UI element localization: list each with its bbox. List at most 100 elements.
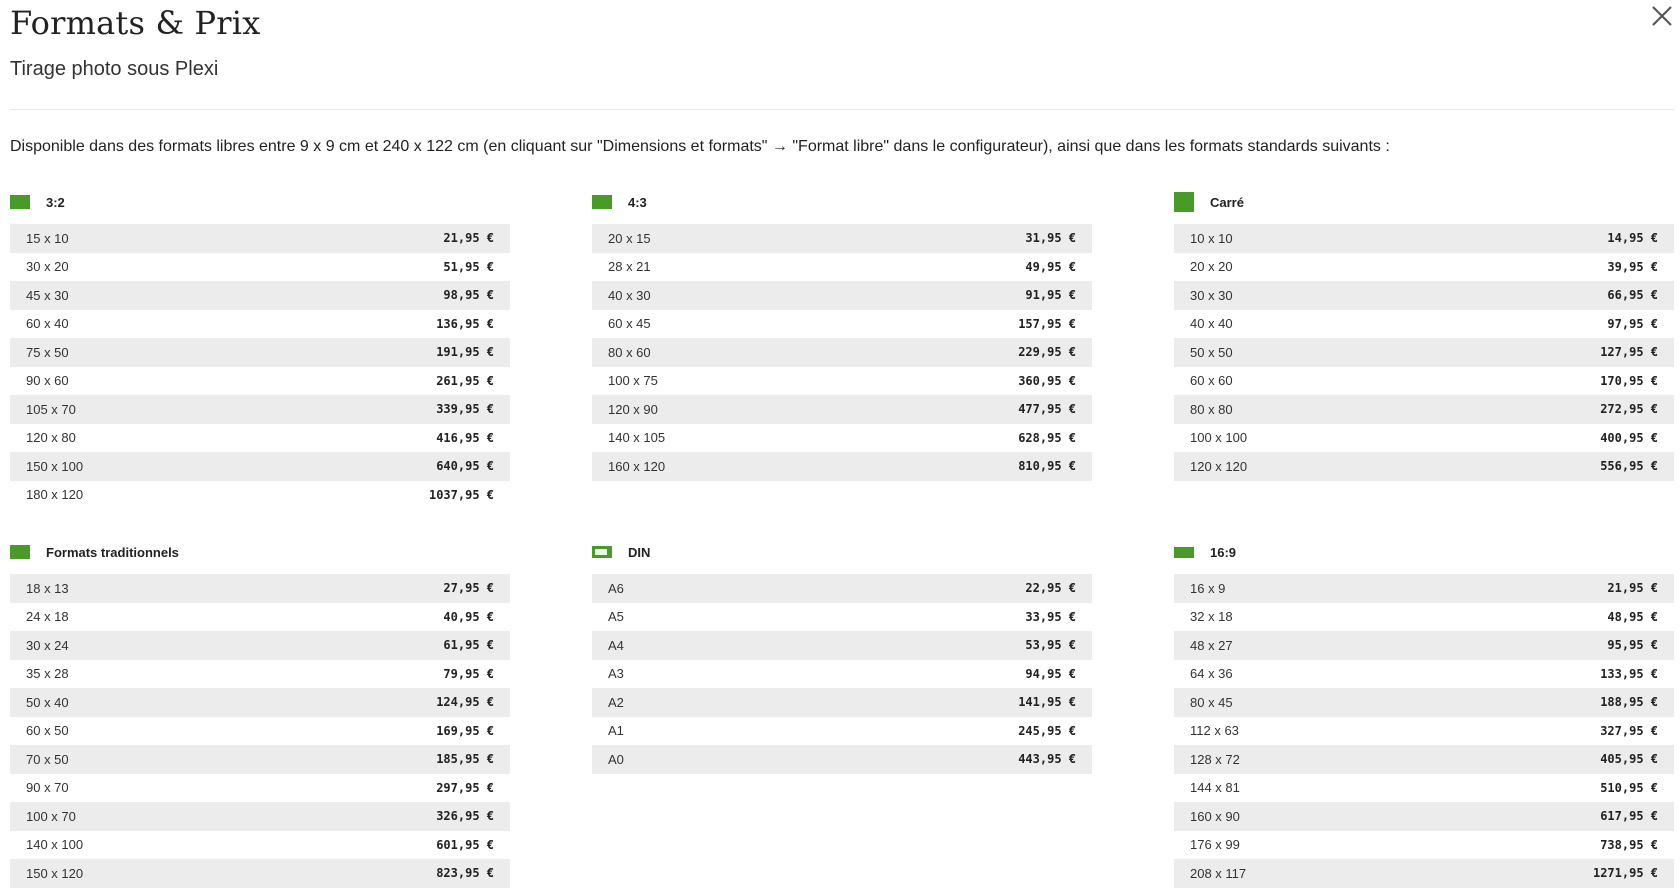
table-row: 30 x 24 61,95 € — [10, 631, 510, 660]
format-size: 28 x 21 — [608, 259, 651, 275]
intro-text: Disponible dans des formats libres entre… — [10, 138, 1390, 155]
table-row: 32 x 18 48,95 € — [1174, 603, 1674, 632]
price-table: 16 x 9 21,95 € 32 x 18 48,95 € 48 x 27 95,95 … — [1174, 574, 1674, 888]
format-size: A3 — [608, 666, 624, 682]
format-size: A6 — [608, 580, 624, 596]
table-row: 70 x 50 185,95 € — [10, 745, 510, 774]
format-size: 150 x 120 — [26, 865, 84, 881]
price-table: A6 22,95 € A5 33,95 € A4 53,95 € A3 94,95 € A2 14… — [592, 574, 1092, 774]
format-size: A1 — [608, 723, 624, 739]
table-row: 120 x 120 556,95 € — [1174, 452, 1674, 481]
format-size: 176 x 99 — [1190, 837, 1240, 853]
table-row: 90 x 60 261,95 € — [10, 367, 510, 396]
format-size: 30 x 30 — [1190, 287, 1233, 303]
format-price: 416,95 € — [436, 430, 494, 445]
format-price: 169,95 € — [436, 723, 494, 738]
table-row: 60 x 60 170,95 € — [1174, 367, 1674, 396]
format-price: 94,95 € — [1025, 666, 1076, 681]
format-price: 188,95 € — [1600, 695, 1658, 710]
format-size: 60 x 60 — [1190, 373, 1233, 389]
section-title: Carré — [1210, 194, 1244, 210]
format-size: 16 x 9 — [1190, 580, 1226, 596]
table-row: 20 x 20 39,95 € — [1174, 253, 1674, 282]
format-price: 170,95 € — [1600, 373, 1658, 388]
format-price: 40,95 € — [443, 609, 494, 624]
format-size: 35 x 28 — [26, 666, 69, 682]
table-row: 18 x 13 27,95 € — [10, 574, 510, 603]
format-price: 48,95 € — [1607, 609, 1658, 624]
table-row: 40 x 40 97,95 € — [1174, 310, 1674, 339]
format-price: 823,95 € — [436, 866, 494, 881]
format-size: 160 x 90 — [1190, 808, 1240, 824]
format-size: 20 x 15 — [608, 230, 651, 246]
format-price: 617,95 € — [1600, 809, 1658, 824]
format-price: 91,95 € — [1025, 288, 1076, 303]
format-size: 30 x 20 — [26, 259, 69, 275]
format-price: 133,95 € — [1600, 666, 1658, 681]
format-price: 245,95 € — [1018, 723, 1076, 738]
section-16-9: 16:9 16 x 9 21,95 € 32 x 18 48,95 € 48 x 27 9… — [1174, 536, 1674, 888]
format-size: A0 — [608, 751, 624, 767]
format-price: 53,95 € — [1025, 638, 1076, 653]
format-size: 112 x 63 — [1190, 723, 1239, 739]
section-header: 4:3 — [592, 186, 1092, 218]
traditional-format-icon — [10, 545, 30, 559]
table-row: 60 x 40 136,95 € — [10, 310, 510, 339]
table-row: 50 x 50 127,95 € — [1174, 338, 1674, 367]
format-price: 98,95 € — [443, 288, 494, 303]
format-size: 105 x 70 — [26, 401, 76, 417]
format-price: 66,95 € — [1607, 288, 1658, 303]
format-price: 400,95 € — [1600, 430, 1658, 445]
format-size: 120 x 90 — [608, 401, 658, 417]
format-size: 40 x 40 — [1190, 316, 1233, 332]
table-row: 128 x 72 405,95 € — [1174, 745, 1674, 774]
format-size: 48 x 27 — [1190, 637, 1233, 653]
format-price: 272,95 € — [1600, 402, 1658, 417]
table-row: 112 x 63 327,95 € — [1174, 717, 1674, 746]
section-header: Formats traditionnels — [10, 536, 510, 568]
format-price: 297,95 € — [436, 780, 494, 795]
table-row: A4 53,95 € — [592, 631, 1092, 660]
format-size: 60 x 40 — [26, 316, 69, 332]
table-row: 140 x 105 628,95 € — [592, 424, 1092, 453]
din-format-icon — [592, 546, 612, 558]
format-size: 24 x 18 — [26, 609, 69, 625]
format-size: 15 x 10 — [26, 230, 69, 246]
table-row: 16 x 9 21,95 € — [1174, 574, 1674, 603]
format-size: A4 — [608, 637, 624, 653]
format-price: 124,95 € — [436, 695, 494, 710]
format-price: 1271,95 € — [1592, 866, 1658, 881]
format-size: 10 x 10 — [1190, 230, 1233, 246]
format-price: 21,95 € — [1607, 581, 1658, 596]
format-price: 261,95 € — [436, 373, 494, 388]
format-price: 738,95 € — [1600, 837, 1658, 852]
table-row: 150 x 100 640,95 € — [10, 452, 510, 481]
format-size: 18 x 13 — [26, 580, 69, 596]
table-row: 15 x 10 21,95 € — [10, 224, 510, 253]
section-header: 3:2 — [10, 186, 510, 218]
format-size: 70 x 50 — [26, 751, 69, 767]
table-row: 150 x 120 823,95 € — [10, 859, 510, 888]
format-size: A2 — [608, 694, 624, 710]
format-size: 60 x 45 — [608, 316, 651, 332]
format-price: 640,95 € — [436, 459, 494, 474]
format-size: 80 x 80 — [1190, 401, 1233, 417]
format-price: 141,95 € — [1018, 695, 1076, 710]
price-table: 10 x 10 14,95 € 20 x 20 39,95 € 30 x 30 66,95… — [1174, 224, 1674, 481]
table-row: A6 22,95 € — [592, 574, 1092, 603]
page-subtitle: Tirage photo sous Plexi — [10, 58, 219, 80]
format-size: 45 x 30 — [26, 287, 69, 303]
table-row: 30 x 30 66,95 € — [1174, 281, 1674, 310]
format-price: 39,95 € — [1607, 259, 1658, 274]
format-size: 30 x 24 — [26, 637, 69, 653]
square-format-icon — [1174, 192, 1194, 212]
table-row: 176 x 99 738,95 € — [1174, 831, 1674, 860]
close-icon[interactable] — [1650, 4, 1674, 28]
table-row: 144 x 81 510,95 € — [1174, 774, 1674, 803]
price-table: 18 x 13 27,95 € 24 x 18 40,95 € 30 x 24 61,95… — [10, 574, 510, 888]
format-price: 97,95 € — [1607, 316, 1658, 331]
section-formats-traditionnels: Formats traditionnels 18 x 13 27,95 € 24 x… — [10, 536, 510, 888]
table-row: 120 x 90 477,95 € — [592, 395, 1092, 424]
format-price: 127,95 € — [1600, 345, 1658, 360]
format-size: 90 x 60 — [26, 373, 69, 389]
